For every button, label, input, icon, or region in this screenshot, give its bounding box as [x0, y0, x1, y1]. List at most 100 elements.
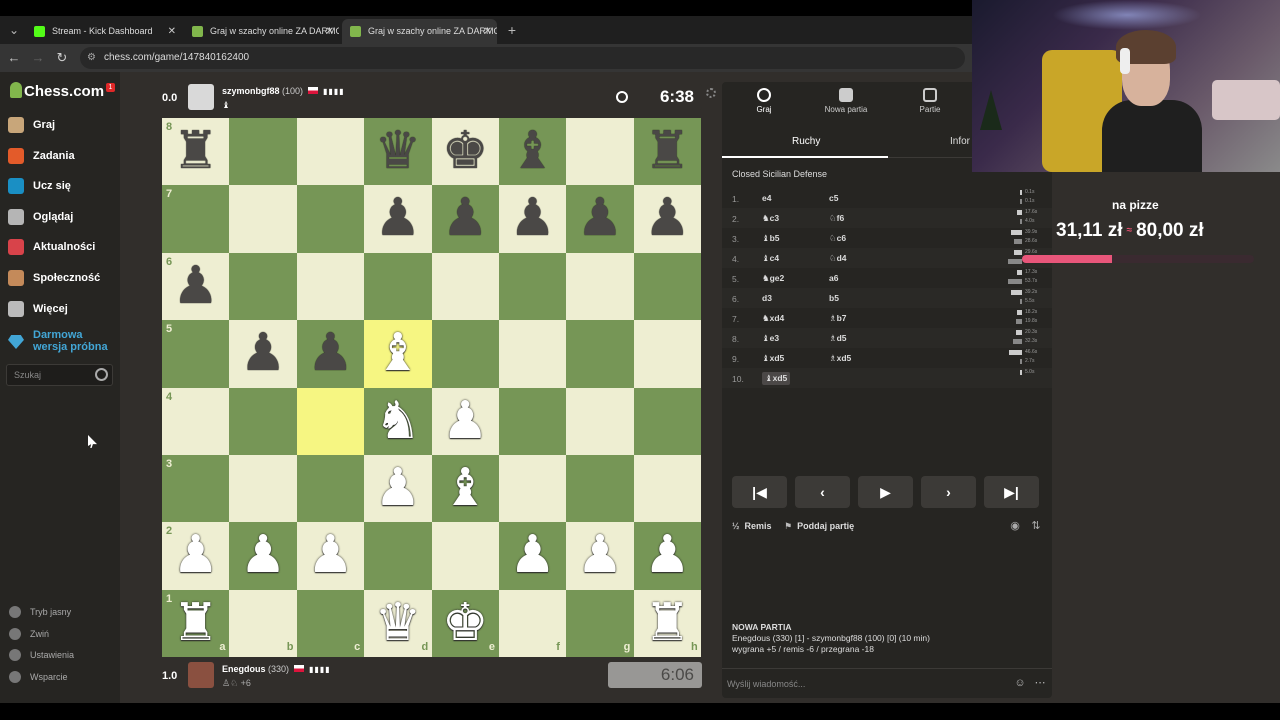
browser-tab-chess-2[interactable]: Graj w szachy online ZA DARMO ✕ — [342, 19, 497, 44]
bottom-player-avatar[interactable] — [188, 662, 214, 688]
square-g5[interactable] — [566, 320, 634, 388]
piece-d3[interactable]: ♟ — [364, 455, 431, 522]
square-f6[interactable] — [498, 252, 567, 321]
free-trial-link[interactable]: Darmowa wersja próbna — [8, 329, 118, 353]
chess-logo[interactable]: Chess.com — [10, 82, 104, 100]
back-icon[interactable]: ← — [4, 48, 24, 68]
black-move[interactable]: c5 — [829, 193, 838, 203]
black-move[interactable]: ♗d5 — [829, 333, 847, 344]
sidebar-bottom-0[interactable]: Tryb jasny — [8, 604, 71, 620]
white-move[interactable]: ♝e3 — [762, 333, 779, 344]
piece-b2[interactable]: ♟ — [229, 522, 296, 589]
sidebar-item-1[interactable]: Zadania — [8, 144, 118, 168]
square-e5[interactable] — [431, 320, 499, 388]
white-move[interactable]: ♝xd5 — [762, 353, 784, 364]
chess-board[interactable]: 8 7 6 5 4 3 2 1 a b c d e f g h ♜ ♛ ♚ ♝ ♜ ♟ ♟ ♟ ♟ ♟ ♟ ♟ ♟ ♝ ♞ ♟ ♟ ♝ ♟ ♟ ♟ ♟ ♟ ♟… — [162, 118, 701, 657]
piece-c5[interactable]: ♟ — [297, 320, 364, 387]
piece-g2[interactable]: ♟ — [566, 522, 633, 589]
white-move[interactable]: d3 — [762, 293, 772, 303]
sidebar-bottom-2[interactable]: Ustawienia — [8, 647, 74, 663]
top-player-avatar[interactable] — [188, 84, 214, 110]
square-g8[interactable] — [566, 118, 634, 186]
flip-board-icon[interactable]: ⇅ — [1029, 519, 1043, 533]
close-tab-icon[interactable]: ✕ — [326, 19, 334, 44]
tab-games[interactable]: Partie — [888, 88, 972, 114]
square-g3[interactable] — [566, 454, 634, 523]
sidebar-item-4[interactable]: Aktualności — [8, 235, 118, 259]
square-d6[interactable] — [364, 252, 432, 321]
black-move[interactable]: ♗b7 — [829, 313, 847, 324]
emoji-icon[interactable]: ☺ — [1014, 677, 1026, 689]
piece-e7[interactable]: ♟ — [432, 185, 499, 252]
close-tab-icon[interactable]: ✕ — [484, 19, 492, 44]
black-move[interactable]: ♘f6 — [829, 213, 844, 224]
board-settings-icon[interactable] — [706, 88, 716, 98]
square-c3[interactable] — [296, 454, 365, 523]
url-field[interactable]: ⚙ chess.com/game/147840162400 — [80, 47, 965, 69]
square-b4[interactable] — [229, 387, 297, 455]
draw-button[interactable]: ½ Remis — [732, 521, 772, 531]
sidebar-item-0[interactable]: Graj — [8, 113, 118, 137]
sidebar-bottom-3[interactable]: Wsparcie — [8, 669, 68, 685]
tab-list-icon[interactable]: ⌄ — [4, 20, 24, 40]
analysis-icon[interactable]: ◉ — [1008, 519, 1022, 533]
white-move[interactable]: ♝xd5 — [762, 372, 791, 385]
resign-button[interactable]: ⚑ Poddaj partię — [784, 521, 854, 532]
sidebar-bottom-1[interactable]: Zwiń — [8, 626, 49, 642]
first-move-button[interactable]: |◀ — [732, 476, 787, 508]
forward-icon[interactable]: → — [28, 48, 48, 68]
piece-a8[interactable]: ♜ — [162, 118, 229, 185]
subtab-moves[interactable]: Ruchy — [792, 136, 820, 147]
black-move[interactable]: ♘c6 — [829, 233, 846, 244]
square-e6[interactable] — [431, 252, 499, 321]
piece-d5[interactable]: ♝ — [364, 320, 431, 387]
piece-f7[interactable]: ♟ — [499, 185, 566, 252]
last-move-button[interactable]: ▶| — [984, 476, 1039, 508]
square-f4[interactable] — [498, 387, 567, 455]
piece-h1[interactable]: ♜ — [634, 590, 701, 657]
browser-tab-kick[interactable]: Stream - Kick Dashboard ✕ — [26, 19, 181, 44]
piece-h8[interactable]: ♜ — [634, 118, 701, 185]
sidebar-item-3[interactable]: Oglądaj — [8, 205, 118, 229]
subtab-info[interactable]: Infor — [950, 136, 970, 147]
piece-e1[interactable]: ♚ — [432, 590, 499, 657]
reload-icon[interactable]: ↻ — [52, 48, 72, 68]
white-move[interactable]: ♝b5 — [762, 233, 780, 244]
white-move[interactable]: ♝c4 — [762, 253, 779, 264]
browser-tab-chess-1[interactable]: Graj w szachy online ZA DARMO ✕ — [184, 19, 339, 44]
square-h5[interactable] — [633, 320, 701, 388]
square-f3[interactable] — [498, 454, 567, 523]
previous-move-button[interactable]: ‹ — [795, 476, 850, 508]
piece-f2[interactable]: ♟ — [499, 522, 566, 589]
piece-h2[interactable]: ♟ — [634, 522, 701, 589]
square-e2[interactable] — [431, 522, 499, 590]
black-move[interactable]: ♘d4 — [829, 253, 847, 264]
play-button[interactable]: ▶ — [858, 476, 913, 508]
white-move[interactable]: ♞xd4 — [762, 313, 784, 324]
piece-d4[interactable]: ♞ — [364, 388, 431, 455]
white-move[interactable]: ♞c3 — [762, 213, 779, 224]
square-h6[interactable] — [633, 252, 701, 321]
piece-e8[interactable]: ♚ — [432, 118, 499, 185]
next-move-button[interactable]: › — [921, 476, 976, 508]
search-input[interactable]: Szukaj — [6, 364, 113, 386]
black-move[interactable]: b5 — [829, 293, 839, 303]
piece-f8[interactable]: ♝ — [499, 118, 566, 185]
piece-d1[interactable]: ♛ — [364, 590, 431, 657]
white-move[interactable]: e4 — [762, 193, 771, 203]
square-b6[interactable] — [229, 252, 297, 321]
piece-e4[interactable]: ♟ — [432, 388, 499, 455]
site-info-icon[interactable]: ⚙ — [87, 47, 96, 69]
chat-input[interactable]: Wyślij wiadomość... ☺ ⋯ — [722, 668, 1052, 698]
square-g6[interactable] — [566, 252, 634, 321]
piece-c2[interactable]: ♟ — [297, 522, 364, 589]
piece-a6[interactable]: ♟ — [162, 253, 229, 320]
sidebar-item-2[interactable]: Ucz się — [8, 174, 118, 198]
square-h3[interactable] — [633, 454, 701, 523]
sidebar-item-6[interactable]: Więcej — [8, 297, 118, 321]
square-c7[interactable] — [296, 185, 365, 253]
top-player-name-row[interactable]: szymonbgf88 (100) ▮▮▮▮ — [222, 86, 345, 96]
white-move[interactable]: ♞ge2 — [762, 273, 784, 284]
close-tab-icon[interactable]: ✕ — [168, 19, 176, 44]
piece-h7[interactable]: ♟ — [634, 185, 701, 252]
